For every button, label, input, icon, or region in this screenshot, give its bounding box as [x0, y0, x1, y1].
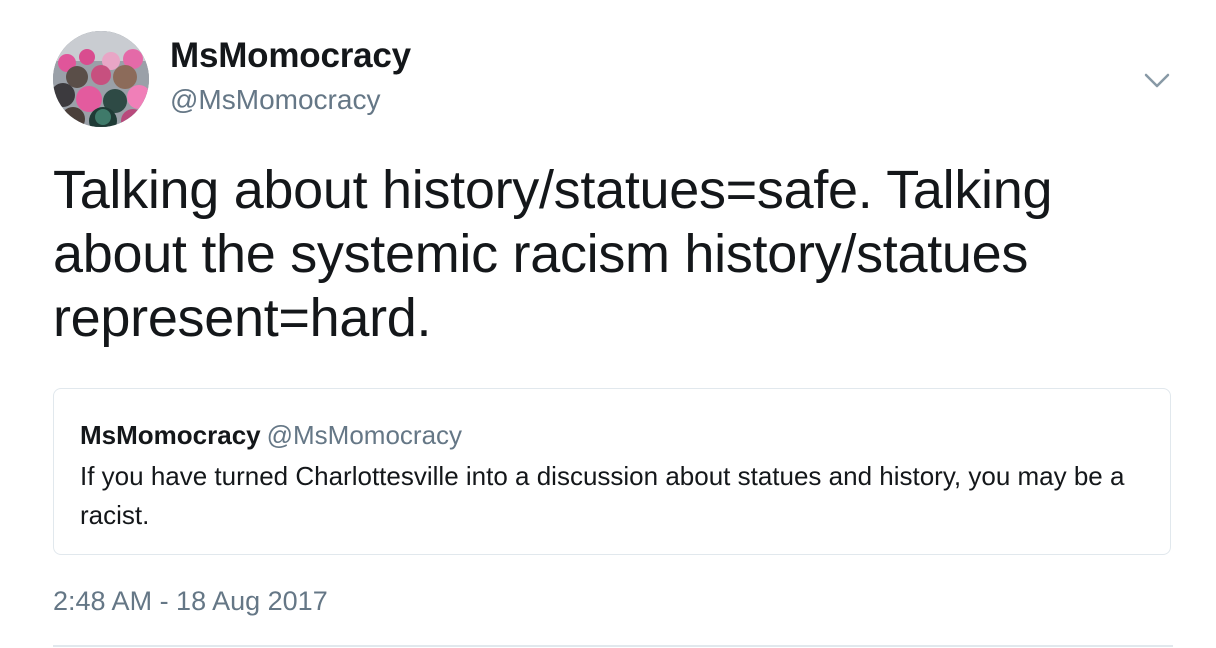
tweet-text: Talking about history/statues=safe. Talk…	[53, 160, 1053, 348]
quoted-tweet-text: If you have turned Charlottesville into …	[80, 461, 1125, 530]
chevron-down-icon[interactable]	[1140, 66, 1174, 94]
author-handle[interactable]: @MsMomocracy	[170, 84, 380, 116]
avatar[interactable]	[53, 31, 149, 127]
divider	[53, 645, 1173, 647]
tweet-timestamp[interactable]: 2:48 AM - 18 Aug 2017	[53, 586, 328, 617]
quoted-tweet-handle: @MsMomocracy	[266, 420, 463, 450]
avatar-image	[53, 31, 149, 127]
quoted-tweet-display-name: MsMomocracy	[80, 420, 261, 450]
quoted-tweet-header: MsMomocracy @MsMomocracy	[80, 420, 462, 451]
author-display-name[interactable]: MsMomocracy	[170, 36, 411, 76]
quoted-tweet-card[interactable]: MsMomocracy @MsMomocracy If you have turn…	[53, 388, 1171, 555]
